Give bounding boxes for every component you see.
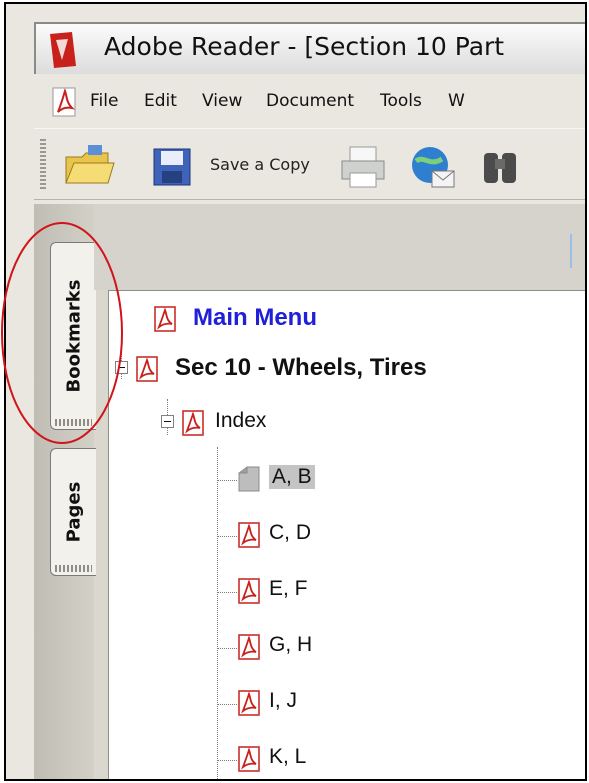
bookmark-entry-i-j[interactable]: I, J	[237, 689, 357, 721]
pdf-bookmark-icon	[238, 634, 260, 660]
bookmark-label: C, D	[269, 521, 311, 544]
tree-line	[217, 536, 237, 537]
menu-edit[interactable]: Edit	[144, 91, 177, 111]
bookmark-label: A, B	[269, 465, 315, 489]
tab-grip	[55, 565, 92, 572]
window-title: Adobe Reader - [Section 10 Part	[104, 32, 505, 61]
bookmark-entry-k-l[interactable]: K, L	[237, 745, 357, 777]
annotation-circle	[1, 222, 123, 444]
bookmark-main-menu[interactable]: Main Menu	[153, 304, 453, 339]
page-bookmark-icon	[238, 466, 260, 492]
bookmark-entry-c-d[interactable]: C, D	[237, 521, 357, 553]
menu-tools[interactable]: Tools	[380, 91, 422, 111]
pdf-bookmark-icon	[154, 306, 176, 332]
bookmark-label: Index	[215, 409, 267, 432]
print-icon[interactable]	[338, 143, 388, 191]
tree-line	[217, 447, 218, 779]
collapse-index-toggle[interactable]	[161, 415, 174, 428]
open-folder-icon[interactable]	[62, 141, 116, 189]
tree-line	[217, 760, 237, 761]
panel-divider	[570, 234, 572, 268]
bookmark-label: E, F	[269, 577, 308, 600]
menu-window[interactable]: W	[448, 91, 465, 111]
bookmark-index[interactable]: Index	[181, 409, 381, 441]
bookmark-label: K, L	[269, 745, 307, 768]
tree-line	[217, 704, 237, 705]
bookmark-section[interactable]: Sec 10 - Wheels, Tires	[135, 354, 535, 389]
pdf-bookmark-icon	[182, 410, 204, 436]
bookmarks-panel-header	[94, 204, 585, 290]
toolbar-grip[interactable]	[40, 139, 46, 189]
pdf-bookmark-icon	[238, 746, 260, 772]
bookmark-entry-a-b[interactable]: A, B	[237, 465, 357, 497]
bookmark-label: G, H	[269, 633, 313, 656]
pdf-document-icon[interactable]	[50, 86, 80, 118]
bookmark-entry-e-f[interactable]: E, F	[237, 577, 357, 609]
pdf-bookmark-icon	[238, 578, 260, 604]
email-globe-icon[interactable]	[406, 143, 458, 191]
adobe-reader-logo-icon	[50, 32, 76, 68]
menu-bar: File Edit View Document Tools W	[34, 80, 585, 124]
pdf-bookmark-icon	[136, 356, 158, 382]
pdf-bookmark-icon	[238, 522, 260, 548]
save-a-copy-label[interactable]: Save a Copy	[210, 155, 310, 174]
bookmark-label: Main Menu	[193, 304, 317, 331]
menu-view[interactable]: View	[202, 91, 242, 111]
bookmark-label: Sec 10 - Wheels, Tires	[175, 354, 427, 381]
bookmark-tree: Main Menu Sec 10 - Wheels, Tires Index A…	[108, 290, 585, 779]
save-disk-icon[interactable]	[150, 145, 196, 189]
bookmark-entry-g-h[interactable]: G, H	[237, 633, 357, 665]
menu-document[interactable]: Document	[266, 91, 354, 111]
bookmark-label: I, J	[269, 689, 298, 712]
tree-line	[217, 648, 237, 649]
tree-line	[217, 480, 237, 481]
menu-file[interactable]: File	[90, 91, 118, 111]
tab-pages[interactable]: Pages	[50, 448, 96, 576]
pdf-bookmark-icon	[238, 690, 260, 716]
tab-pages-label: Pages	[63, 481, 84, 543]
toolbar: Save a Copy	[34, 128, 585, 200]
tree-line	[217, 592, 237, 593]
title-bar: Adobe Reader - [Section 10 Part	[34, 22, 585, 74]
search-binoculars-icon[interactable]	[480, 145, 522, 189]
